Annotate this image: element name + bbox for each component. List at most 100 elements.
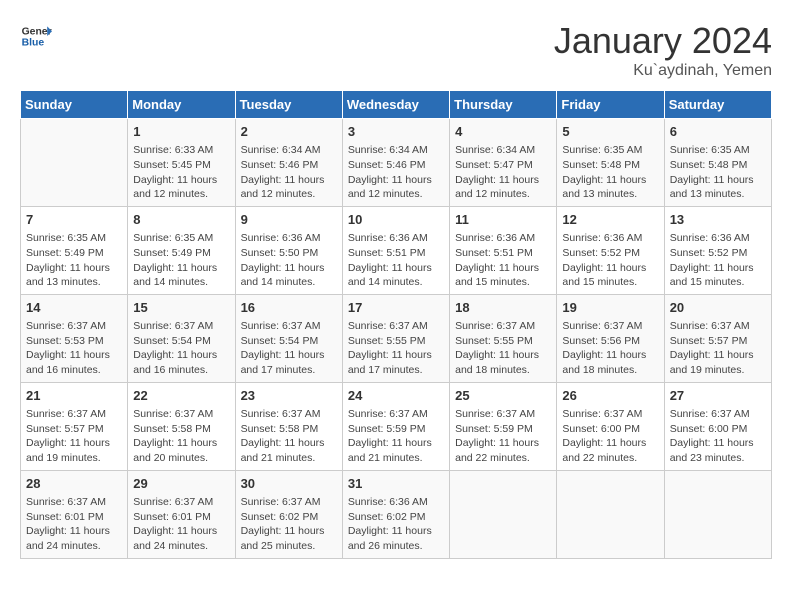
day-detail: Sunset: 5:46 PM: [241, 158, 337, 173]
calendar-cell: 13Sunrise: 6:36 AMSunset: 5:52 PMDayligh…: [664, 206, 771, 294]
day-detail: Sunrise: 6:36 AM: [348, 495, 444, 510]
day-detail: Sunset: 5:55 PM: [348, 334, 444, 349]
day-detail: Sunset: 5:49 PM: [133, 246, 229, 261]
day-detail: Daylight: 11 hours: [241, 348, 337, 363]
calendar-cell: 2 Sunrise: 6:34 AMSunset: 5:46 PMDaylight…: [235, 119, 342, 207]
calendar-cell: 25 Sunrise: 6:37 AMSunset: 5:59 PMDayligh…: [450, 382, 557, 470]
day-detail: and 20 minutes.: [133, 451, 229, 466]
day-detail: Daylight: 11 hours: [26, 348, 122, 363]
day-header-sunday: Sunday: [21, 91, 128, 119]
calendar-cell: 21Sunrise: 6:37 AMSunset: 5:57 PMDayligh…: [21, 382, 128, 470]
day-detail: Daylight: 11 hours: [670, 436, 766, 451]
day-number: 7: [26, 211, 122, 229]
calendar-cell: 20Sunrise: 6:37 AMSunset: 5:57 PMDayligh…: [664, 294, 771, 382]
calendar-cell: 4Sunrise: 6:34 AMSunset: 5:47 PMDaylight…: [450, 119, 557, 207]
svg-text:Blue: Blue: [22, 38, 45, 49]
calendar-cell: 22Sunrise: 6:37 AMSunset: 5:58 PMDayligh…: [128, 382, 235, 470]
day-detail: Sunrise: 6:35 AM: [26, 231, 122, 246]
calendar-cell: 5Sunrise: 6:35 AMSunset: 5:48 PMDaylight…: [557, 119, 664, 207]
day-detail: and 18 minutes.: [455, 363, 551, 378]
day-detail: Daylight: 11 hours: [348, 436, 444, 451]
day-detail: Sunset: 6:01 PM: [133, 510, 229, 525]
day-number: 3: [348, 123, 444, 141]
calendar-cell: 27Sunrise: 6:37 AMSunset: 6:00 PMDayligh…: [664, 382, 771, 470]
day-detail: Sunset: 5:57 PM: [670, 334, 766, 349]
day-detail: Sunrise: 6:37 AM: [26, 319, 122, 334]
day-header-saturday: Saturday: [664, 91, 771, 119]
day-detail: Daylight: 11 hours: [562, 173, 658, 188]
day-number: 13: [670, 211, 766, 229]
day-header-monday: Monday: [128, 91, 235, 119]
day-detail: Sunrise: 6:37 AM: [241, 495, 337, 510]
header-row: SundayMondayTuesdayWednesdayThursdayFrid…: [21, 91, 772, 119]
day-number: 1: [133, 123, 229, 141]
day-detail: Sunrise: 6:34 AM: [241, 143, 337, 158]
day-number: 8: [133, 211, 229, 229]
day-detail: Daylight: 11 hours: [348, 173, 444, 188]
day-detail: Daylight: 11 hours: [241, 173, 337, 188]
calendar-cell: 19Sunrise: 6:37 AMSunset: 5:56 PMDayligh…: [557, 294, 664, 382]
day-detail: Daylight: 11 hours: [133, 348, 229, 363]
day-number: 14: [26, 299, 122, 317]
week-row-4: 28Sunrise: 6:37 AMSunset: 6:01 PMDayligh…: [21, 470, 772, 558]
day-detail: and 12 minutes.: [133, 187, 229, 202]
day-detail: and 17 minutes.: [241, 363, 337, 378]
day-detail: Sunset: 5:59 PM: [348, 422, 444, 437]
day-number: 23: [241, 387, 337, 405]
day-detail: and 12 minutes.: [455, 187, 551, 202]
day-detail: Sunset: 5:54 PM: [133, 334, 229, 349]
day-detail: Daylight: 11 hours: [348, 524, 444, 539]
week-row-3: 21Sunrise: 6:37 AMSunset: 5:57 PMDayligh…: [21, 382, 772, 470]
day-number: 31: [348, 475, 444, 493]
day-detail: Daylight: 11 hours: [26, 261, 122, 276]
calendar-cell: 28Sunrise: 6:37 AMSunset: 6:01 PMDayligh…: [21, 470, 128, 558]
calendar-cell: 6Sunrise: 6:35 AMSunset: 5:48 PMDaylight…: [664, 119, 771, 207]
day-detail: Sunrise: 6:33 AM: [133, 143, 229, 158]
day-detail: Daylight: 11 hours: [455, 348, 551, 363]
day-detail: Sunrise: 6:37 AM: [133, 407, 229, 422]
day-detail: Sunset: 5:58 PM: [241, 422, 337, 437]
day-detail: Daylight: 11 hours: [455, 436, 551, 451]
week-row-2: 14Sunrise: 6:37 AMSunset: 5:53 PMDayligh…: [21, 294, 772, 382]
calendar-cell: 15Sunrise: 6:37 AMSunset: 5:54 PMDayligh…: [128, 294, 235, 382]
day-detail: Daylight: 11 hours: [26, 436, 122, 451]
calendar-cell: 31Sunrise: 6:36 AMSunset: 6:02 PMDayligh…: [342, 470, 449, 558]
day-number: 25: [455, 387, 551, 405]
day-detail: Daylight: 11 hours: [133, 524, 229, 539]
calendar-cell: 16Sunrise: 6:37 AMSunset: 5:54 PMDayligh…: [235, 294, 342, 382]
day-detail: Daylight: 11 hours: [241, 436, 337, 451]
location-subtitle: Ku`aydinah, Yemen: [554, 62, 772, 80]
day-detail: and 25 minutes.: [241, 539, 337, 554]
day-detail: Sunrise: 6:37 AM: [26, 407, 122, 422]
day-detail: and 18 minutes.: [562, 363, 658, 378]
day-detail: Daylight: 11 hours: [348, 261, 444, 276]
day-number: 18: [455, 299, 551, 317]
day-detail: Daylight: 11 hours: [562, 436, 658, 451]
day-detail: Sunrise: 6:37 AM: [455, 407, 551, 422]
day-detail: Sunrise: 6:37 AM: [26, 495, 122, 510]
calendar-cell: 23Sunrise: 6:37 AMSunset: 5:58 PMDayligh…: [235, 382, 342, 470]
day-number: 9: [241, 211, 337, 229]
day-detail: and 26 minutes.: [348, 539, 444, 554]
day-detail: Sunrise: 6:37 AM: [562, 407, 658, 422]
day-detail: Daylight: 11 hours: [26, 524, 122, 539]
day-detail: and 16 minutes.: [26, 363, 122, 378]
day-detail: Daylight: 11 hours: [133, 173, 229, 188]
day-detail: Sunrise: 6:36 AM: [670, 231, 766, 246]
calendar-cell: 3Sunrise: 6:34 AMSunset: 5:46 PMDaylight…: [342, 119, 449, 207]
day-detail: Daylight: 11 hours: [348, 348, 444, 363]
day-number: 21: [26, 387, 122, 405]
day-number: 26: [562, 387, 658, 405]
day-detail: Daylight: 11 hours: [670, 348, 766, 363]
day-detail: Sunset: 5:59 PM: [455, 422, 551, 437]
calendar-cell: 9Sunrise: 6:36 AMSunset: 5:50 PMDaylight…: [235, 206, 342, 294]
day-detail: Sunrise: 6:37 AM: [670, 319, 766, 334]
day-detail: and 17 minutes.: [348, 363, 444, 378]
day-header-wednesday: Wednesday: [342, 91, 449, 119]
day-detail: Sunset: 5:56 PM: [562, 334, 658, 349]
calendar-cell: [450, 470, 557, 558]
day-number: 5: [562, 123, 658, 141]
calendar-cell: 8Sunrise: 6:35 AMSunset: 5:49 PMDaylight…: [128, 206, 235, 294]
day-detail: and 22 minutes.: [562, 451, 658, 466]
day-number: 2: [241, 123, 337, 141]
